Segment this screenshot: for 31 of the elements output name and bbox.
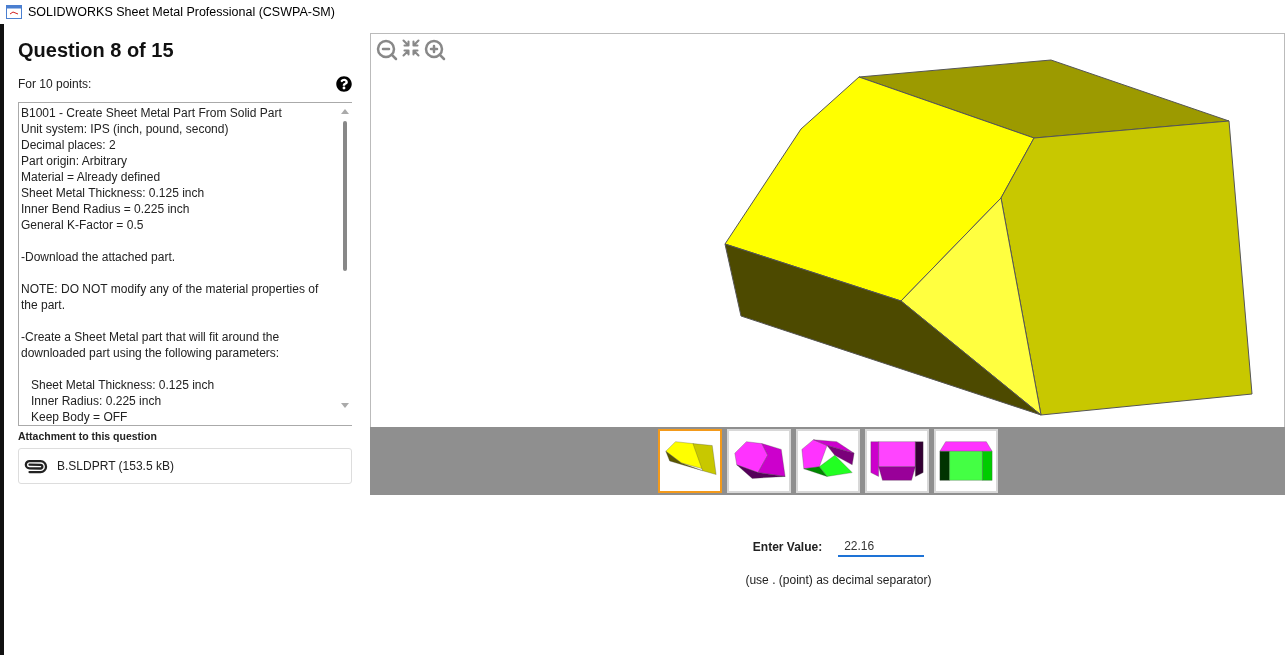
question-text: Part origin: Arbitrary — [21, 153, 129, 169]
question-text: Inner Bend Radius = 0.225 inch — [21, 201, 191, 217]
attachment-link[interactable]: B.SLDPRT (153.5 kB) — [18, 448, 352, 484]
question-text: Decimal places: 2 — [21, 137, 117, 153]
view-thumbnail[interactable] — [864, 429, 929, 493]
value-label: Enter Value: — [752, 540, 823, 554]
view-thumbnail[interactable] — [657, 429, 722, 493]
question-text: Inner Radius: 0.225 inch — [31, 393, 163, 409]
question-text: -Download the attached part. — [21, 249, 177, 265]
zoom-out-button[interactable] — [375, 38, 399, 62]
question-text: Keep Body = OFF — [31, 409, 129, 425]
question-heading: Question 8 of 15 — [18, 39, 175, 62]
zoom-in-button[interactable] — [423, 38, 447, 62]
question-text: NOTE: DO NOT modify any of the material properties of the part. — [21, 281, 320, 313]
view-thumbnail[interactable] — [726, 429, 791, 493]
question-text: -Create a Sheet Metal part that will fit around the downloaded part using the following parameters: — [21, 329, 281, 361]
question-text: B1001 - Create Sheet Metal Part From Solid Part — [21, 105, 283, 121]
view-thumbnail[interactable] — [933, 429, 998, 493]
model-viewport[interactable] — [370, 33, 1285, 427]
question-text: Material = Already defined — [21, 169, 162, 185]
question-text: Sheet Metal Thickness: 0.125 inch — [31, 377, 216, 393]
points-label: For 10 points: — [18, 77, 92, 91]
app-icon — [6, 5, 22, 19]
question-text: General K-Factor = 0.5 — [21, 217, 145, 233]
decimal-hint: (use . (point) as decimal separator) — [745, 573, 932, 587]
view-thumbnail[interactable] — [795, 429, 860, 493]
question-text: Unit system: IPS (inch, pound, second) — [21, 121, 230, 137]
help-icon[interactable] — [336, 76, 352, 92]
window-title: SOLIDWORKS Sheet Metal Professional (CSWPA-SM) — [28, 5, 335, 19]
attachment-heading: Attachment to this question — [18, 430, 158, 442]
question-text: Sheet Metal Thickness: 0.125 inch — [21, 185, 206, 201]
